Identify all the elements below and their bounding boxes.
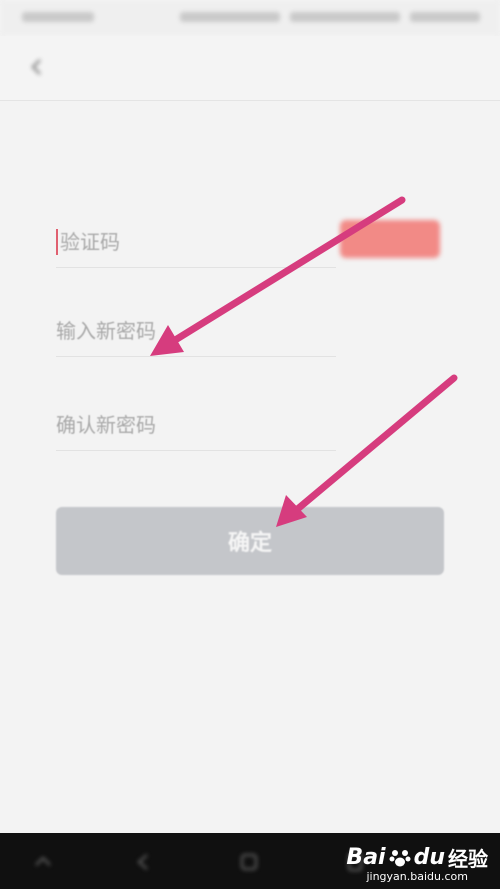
nav-home-icon[interactable] (238, 851, 260, 873)
clock-text (410, 12, 480, 22)
nav-menu-icon[interactable] (32, 851, 54, 873)
watermark-brand-a: Bai (346, 845, 386, 870)
verification-code-field[interactable] (56, 217, 340, 268)
chevron-left-icon[interactable] (26, 56, 48, 78)
new-password-field[interactable] (56, 306, 336, 357)
nav-back-icon[interactable] (132, 851, 154, 873)
signal-icons (290, 12, 400, 22)
send-code-button[interactable] (340, 220, 440, 258)
status-bar (0, 0, 500, 36)
new-password-input[interactable] (56, 306, 336, 356)
header (0, 36, 500, 101)
watermark-brand-c: 经验 (448, 847, 488, 871)
confirm-password-field[interactable] (56, 400, 336, 451)
watermark-logo: Bai du 经验 (346, 843, 488, 872)
status-icons (180, 12, 280, 22)
confirm-button[interactable]: 确定 (56, 507, 444, 575)
watermark-url: jingyan.baidu.com (366, 870, 468, 883)
verification-code-input[interactable] (56, 217, 340, 267)
carrier-text (22, 12, 94, 22)
paw-icon (389, 849, 411, 866)
baidu-jingyan-watermark: Bai du 经验 jingyan.baidu.com (346, 843, 488, 883)
system-nav-bar: Bai du 经验 jingyan.baidu.com (0, 833, 500, 889)
watermark-brand-b: du (413, 845, 445, 870)
confirm-password-input[interactable] (56, 400, 336, 450)
